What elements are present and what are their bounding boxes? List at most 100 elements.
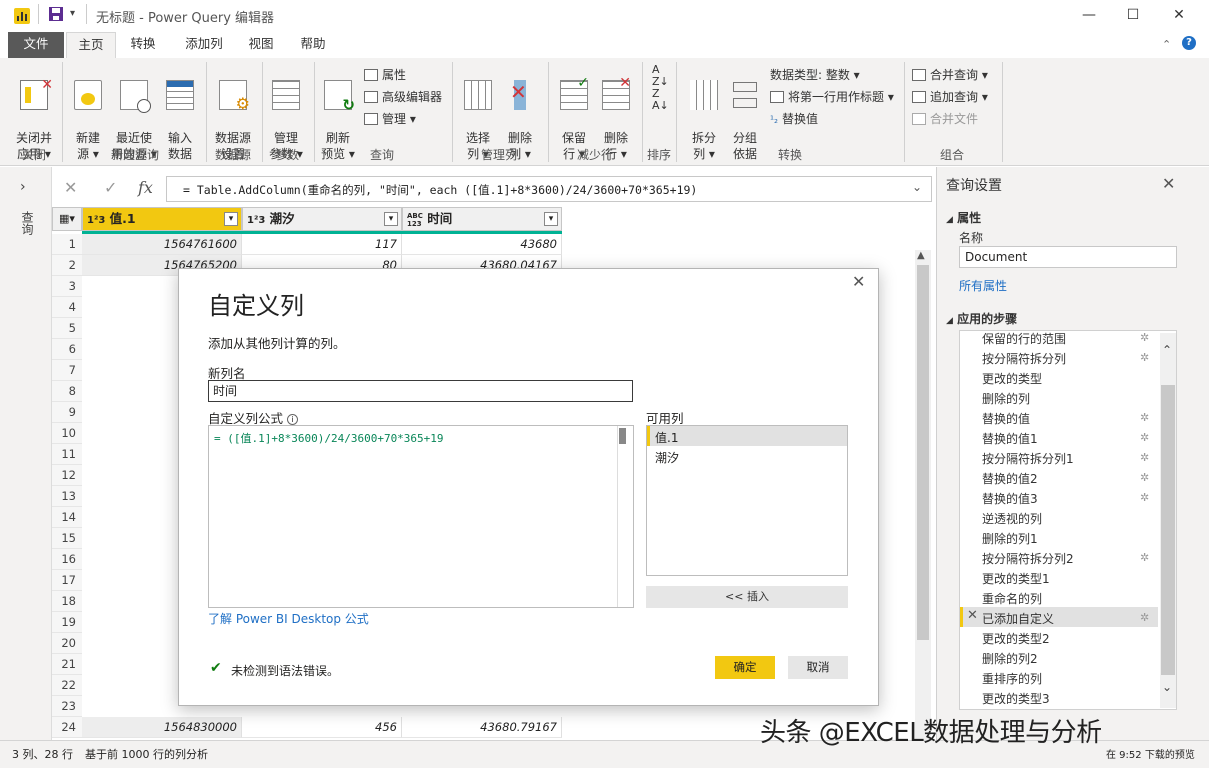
append-queries-button[interactable]: 追加查询 ▾ — [912, 88, 988, 105]
combine-files-button[interactable]: 合并文件 — [912, 110, 978, 127]
merge-queries-button[interactable]: 合并查询 ▾ — [912, 66, 988, 83]
tab-help[interactable]: 帮助 — [290, 32, 336, 58]
scroll-down-icon[interactable]: ⌄ — [1162, 680, 1172, 694]
parameters-icon — [272, 80, 300, 110]
step-settings-gear-icon[interactable]: ✲ — [1140, 551, 1149, 564]
table-cell[interactable]: 1564830000 — [82, 717, 242, 738]
properties-button[interactable]: 属性 — [364, 66, 406, 83]
column-header-value1[interactable]: 1²3 值.1 ▾ — [82, 207, 242, 231]
available-column-item[interactable]: 值.1 — [655, 429, 678, 446]
applied-step[interactable]: 更改的类型3 — [982, 690, 1050, 707]
applied-step[interactable]: 替换的值 — [982, 410, 1030, 427]
expand-queries-icon[interactable]: › — [20, 179, 26, 195]
group-label-close: 关闭 — [21, 148, 46, 162]
applied-step[interactable]: 替换的值1 — [982, 430, 1038, 447]
maximize-button[interactable]: ☐ — [1110, 4, 1156, 28]
available-column-item[interactable]: 潮汐 — [655, 449, 679, 466]
filter-dropdown-icon[interactable]: ▾ — [384, 212, 398, 226]
applied-step[interactable]: 更改的类型2 — [982, 630, 1050, 647]
row-number: 6 — [52, 339, 82, 360]
row-number: 14 — [52, 507, 82, 528]
help-icon[interactable]: ? — [1182, 36, 1196, 50]
collapse-ribbon-icon[interactable]: ⌃ — [1162, 38, 1171, 51]
tab-view[interactable]: 视图 — [238, 32, 284, 58]
all-properties-link[interactable]: 所有属性 — [959, 277, 1007, 294]
table-cell[interactable]: 1564761600 — [82, 234, 242, 255]
filter-dropdown-icon[interactable]: ▾ — [544, 212, 558, 226]
editor-scroll-thumb[interactable] — [619, 428, 626, 444]
table-cell[interactable]: 43680.79167 — [402, 717, 562, 738]
grid-scroll-thumb[interactable] — [917, 265, 929, 640]
table-menu-icon[interactable]: ▦▾ — [52, 207, 82, 231]
applied-step[interactable]: 按分隔符拆分列2 — [982, 550, 1074, 567]
ok-button[interactable]: 确定 — [715, 656, 775, 679]
info-icon[interactable]: i — [287, 414, 298, 425]
cancel-formula-icon[interactable]: ✕ — [64, 178, 77, 197]
steps-scroll-thumb[interactable] — [1161, 385, 1175, 675]
applied-step[interactable]: 更改的类型 — [982, 370, 1042, 387]
fx-icon[interactable]: fx — [138, 178, 153, 197]
tab-transform[interactable]: 转换 — [118, 32, 168, 58]
step-settings-gear-icon[interactable]: ✲ — [1140, 471, 1149, 484]
replace-values-button[interactable]: ¹₂ 替换值 — [770, 110, 818, 127]
close-button[interactable]: ✕ — [1156, 4, 1202, 28]
minimize-button[interactable]: — — [1066, 4, 1112, 28]
queries-label: 查询 — [20, 211, 34, 235]
table-cell[interactable]: 456 — [242, 717, 402, 738]
group-label-parameters: 参数 — [274, 148, 299, 162]
applied-step[interactable]: 保留的行的范围 — [982, 330, 1066, 347]
step-settings-gear-icon[interactable]: ✲ — [1140, 331, 1149, 344]
tab-home[interactable]: 主页 — [66, 32, 116, 58]
applied-step[interactable]: 已添加自定义 — [982, 610, 1054, 627]
dialog-close-icon[interactable]: ✕ — [852, 272, 865, 291]
column-header-time[interactable]: ABC 123 时间 ▾ — [402, 207, 562, 231]
delete-step-icon[interactable]: ✕ — [967, 608, 978, 623]
step-settings-gear-icon[interactable]: ✲ — [1140, 351, 1149, 364]
confirm-formula-icon[interactable]: ✓ — [104, 178, 117, 197]
applied-step[interactable]: 删除的列 — [982, 390, 1030, 407]
applied-step[interactable]: 逆透视的列 — [982, 510, 1042, 527]
applied-step[interactable]: 重命名的列 — [982, 590, 1042, 607]
insert-button[interactable]: << 插入 — [646, 586, 848, 608]
formula-text[interactable]: = Table.AddColumn(重命名的列, "时间", each ([值.… — [183, 182, 697, 198]
formula-editor-text[interactable]: = ([值.1]+8*3600)/24/3600+70*365+19 — [214, 430, 444, 446]
query-name-input[interactable]: Document — [959, 246, 1177, 268]
step-settings-gear-icon[interactable]: ✲ — [1140, 611, 1149, 624]
tab-file[interactable]: 文件 — [8, 32, 64, 58]
applied-step[interactable]: 删除的列2 — [982, 650, 1038, 667]
applied-step[interactable]: 重排序的列 — [982, 670, 1042, 687]
table-cell[interactable]: 43680 — [402, 234, 562, 255]
applied-step[interactable]: 替换的值2 — [982, 470, 1038, 487]
scroll-up-icon[interactable]: ⌃ — [1162, 343, 1172, 357]
step-settings-gear-icon[interactable]: ✲ — [1140, 491, 1149, 504]
cancel-button[interactable]: 取消 — [788, 656, 848, 679]
scroll-up-icon[interactable]: ▲ — [917, 250, 925, 261]
quick-access-dropdown-icon[interactable]: ▾ — [70, 8, 75, 19]
expand-formula-icon[interactable]: ⌄ — [912, 180, 922, 194]
data-type-dropdown[interactable]: 数据类型: 整数 ▾ — [770, 66, 860, 83]
sort-descending-icon[interactable]: Z A↓ — [652, 88, 669, 112]
sort-ascending-icon[interactable]: A Z↓ — [652, 64, 669, 88]
advanced-editor-button[interactable]: 高级编辑器 — [364, 88, 442, 105]
applied-step[interactable]: 按分隔符拆分列 — [982, 350, 1066, 367]
window-title: 无标题 - Power Query 编辑器 — [96, 11, 275, 26]
step-settings-gear-icon[interactable]: ✲ — [1140, 411, 1149, 424]
close-settings-icon[interactable]: ✕ — [1162, 174, 1175, 193]
applied-step[interactable]: 按分隔符拆分列1 — [982, 450, 1074, 467]
status-profiling[interactable]: 基于前 1000 行的列分析 — [85, 746, 208, 762]
step-settings-gear-icon[interactable]: ✲ — [1140, 431, 1149, 444]
manage-button[interactable]: 管理 ▾ — [364, 110, 416, 127]
learn-formulas-link[interactable]: 了解 Power BI Desktop 公式 — [208, 610, 369, 627]
applied-step[interactable]: 删除的列1 — [982, 530, 1038, 547]
column-header-tide[interactable]: 1²3 潮汐 ▾ — [242, 207, 402, 231]
applied-step[interactable]: 替换的值3 — [982, 490, 1038, 507]
step-settings-gear-icon[interactable]: ✲ — [1140, 451, 1149, 464]
new-column-name-input[interactable]: 时间 — [208, 380, 633, 402]
filter-dropdown-icon[interactable]: ▾ — [224, 212, 238, 226]
formula-editor[interactable]: = ([值.1]+8*3600)/24/3600+70*365+19 — [208, 425, 634, 608]
save-icon[interactable] — [48, 6, 64, 26]
applied-step[interactable]: 更改的类型1 — [982, 570, 1050, 587]
tab-add-column[interactable]: 添加列 — [176, 32, 232, 58]
table-cell[interactable]: 117 — [242, 234, 402, 255]
first-row-header-button[interactable]: 将第一行用作标题 ▾ — [770, 88, 894, 105]
